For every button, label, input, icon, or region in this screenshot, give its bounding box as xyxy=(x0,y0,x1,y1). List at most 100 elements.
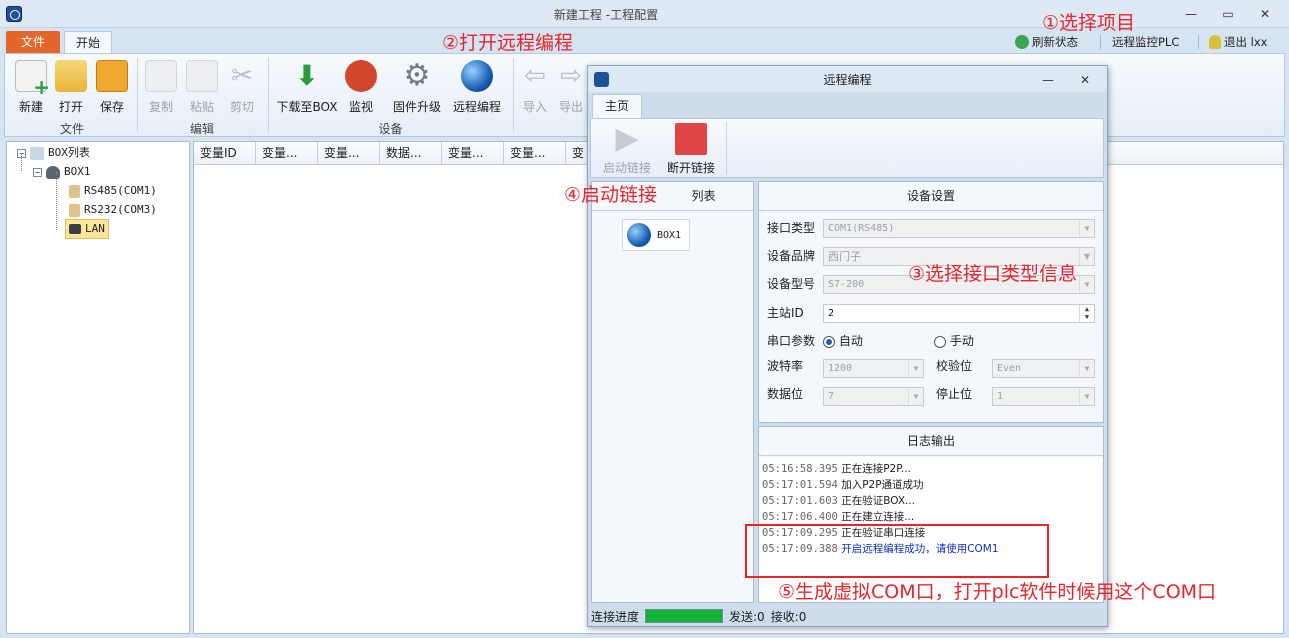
brand-label: 设备品牌 xyxy=(767,249,816,263)
stop-link-label: 断开链接 xyxy=(666,161,715,175)
column-header[interactable]: 变量... xyxy=(318,142,380,165)
dialog-title-bar: 远程编程 — ✕ xyxy=(588,66,1107,92)
remote-monitor-label: 远程监控PLC xyxy=(1112,35,1180,49)
radio-unchecked-icon xyxy=(934,335,946,348)
chevron-down-icon: ▼ xyxy=(908,360,923,377)
dialog-ribbon: ▶ 启动链接 断开链接 xyxy=(590,118,1104,178)
gear-icon: ⚙ xyxy=(403,58,431,93)
box-list-title-text: 列表 xyxy=(691,189,716,203)
close-icon[interactable]: ✕ xyxy=(1072,70,1098,90)
stepper-arrows-icon[interactable]: ▲ ▼ xyxy=(1079,305,1094,322)
box-item-label: BOX1 xyxy=(657,229,682,241)
baud-select[interactable]: 1200 ▼ xyxy=(823,359,924,378)
tree-item-label: RS232(COM3) xyxy=(84,203,157,216)
refresh-status-button[interactable]: 刷新状态 xyxy=(1015,34,1078,50)
log-text: 正在建立连接... xyxy=(841,511,915,523)
import-label: 导入 xyxy=(522,100,547,114)
parity-label: 校验位 xyxy=(936,359,973,373)
refresh-label: 刷新状态 xyxy=(1032,35,1078,49)
manual-radio[interactable]: 手动 xyxy=(934,332,974,349)
parity-select[interactable]: Even ▼ xyxy=(992,359,1095,378)
minimize-icon[interactable]: — xyxy=(1035,70,1061,90)
log-time: 05:17:01.594 xyxy=(762,479,838,491)
remote-monitor-button[interactable]: 远程监控PLC xyxy=(1112,34,1179,50)
station-id-stepper[interactable]: 2 ▲ ▼ xyxy=(823,304,1095,323)
stop-link-button[interactable]: 断开链接 xyxy=(661,123,721,176)
tab-file[interactable]: 文件 xyxy=(6,31,60,54)
annotation-highlight-box xyxy=(745,524,1049,578)
play-icon: ▶ xyxy=(615,121,639,156)
import-button[interactable]: ⇦ 导入 xyxy=(511,60,559,120)
eye-icon xyxy=(345,60,377,92)
log-time: 05:17:06.400 xyxy=(762,511,838,523)
progress-label: 连接进度 xyxy=(591,609,640,624)
device-group-label: 设备 xyxy=(378,122,403,136)
refresh-icon xyxy=(1015,35,1029,49)
collapse-icon[interactable]: − xyxy=(33,167,42,177)
maximize-icon[interactable]: ▭ xyxy=(1215,4,1241,24)
log-line: 05:17:06.400 正在建立连接... xyxy=(760,509,1102,525)
auto-radio[interactable]: 自动 xyxy=(823,332,863,349)
tree-item-rs485[interactable]: RS485(COM1) xyxy=(69,182,157,200)
interface-value: COM1(RS485) xyxy=(828,223,895,234)
baud-label: 波特率 xyxy=(767,359,804,373)
column-header[interactable]: 变量... xyxy=(442,142,504,165)
start-link-label: 启动链接 xyxy=(602,161,651,175)
radio-checked-icon xyxy=(823,335,835,348)
annotation-step-4: ④启动链接 xyxy=(564,184,658,206)
box-device-icon xyxy=(46,165,60,179)
tree-item-lan[interactable]: LAN xyxy=(65,219,109,239)
close-icon[interactable]: ✕ xyxy=(1252,4,1278,24)
interface-select[interactable]: COM1(RS485) ▼ xyxy=(823,219,1095,238)
tree-item-rs232[interactable]: RS232(COM3) xyxy=(69,201,157,219)
group-divider xyxy=(726,122,727,174)
export-label: 导出 xyxy=(558,100,583,114)
sent-count: 发送:0 xyxy=(729,609,765,624)
port-icon xyxy=(69,203,80,217)
tree-box[interactable]: − BOX1 xyxy=(33,163,91,181)
scissors-icon: ✂ xyxy=(231,61,253,91)
box-list-item[interactable]: BOX1 xyxy=(622,219,690,251)
divider xyxy=(1100,35,1101,49)
logout-button[interactable]: 退出 lxx xyxy=(1209,34,1267,50)
log-text: 正在验证BOX... xyxy=(841,495,916,507)
paste-label: 粘贴 xyxy=(189,100,214,114)
tree-root[interactable]: − BOX列表 xyxy=(17,144,90,162)
remote-label: 远程编程 xyxy=(452,100,501,114)
save-button[interactable]: 保存 xyxy=(88,60,136,120)
auto-label: 自动 xyxy=(838,334,863,348)
cut-button[interactable]: ✂ 剪切 xyxy=(218,60,266,120)
remote-programming-button[interactable]: 远程编程 xyxy=(448,60,506,120)
start-link-button[interactable]: ▶ 启动链接 xyxy=(597,123,657,176)
tab-home[interactable]: 主页 xyxy=(592,94,642,118)
chevron-down-icon: ▼ xyxy=(908,388,923,405)
copy-icon xyxy=(145,60,177,92)
log-time: 05:17:01.603 xyxy=(762,495,838,507)
column-header[interactable]: 变量ID xyxy=(194,142,256,165)
edit-group-label: 编辑 xyxy=(189,122,214,136)
interface-label: 接口类型 xyxy=(767,221,816,235)
export-button[interactable]: ⇨ 导出 xyxy=(553,60,589,120)
tree-item-label: LAN xyxy=(85,222,105,235)
stopbits-select[interactable]: 1 ▼ xyxy=(992,387,1095,406)
firmware-upgrade-button[interactable]: ⚙ 固件升级 xyxy=(386,60,448,120)
model-label: 设备型号 xyxy=(767,277,816,291)
download-to-box-button[interactable]: ⬇ 下载至BOX xyxy=(275,60,339,120)
station-id-value: 2 xyxy=(828,308,835,319)
selected-node: LAN xyxy=(65,219,109,239)
chevron-down-icon: ▼ xyxy=(1079,360,1094,377)
column-header[interactable]: 变量... xyxy=(256,142,318,165)
divider xyxy=(1198,35,1199,49)
manual-label: 手动 xyxy=(949,334,974,348)
tab-start[interactable]: 开始 xyxy=(64,31,112,54)
column-header[interactable]: 数据... xyxy=(380,142,442,165)
received-count: 接收:0 xyxy=(770,609,807,624)
folder-icon xyxy=(55,60,87,92)
window-title: 新建工程 -工程配置 xyxy=(553,8,659,22)
databits-select[interactable]: 7 ▼ xyxy=(823,387,924,406)
dialog-title: 远程编程 xyxy=(823,73,872,87)
monitor-button[interactable]: 监视 xyxy=(337,60,385,120)
home-icon xyxy=(30,146,44,160)
column-header[interactable]: 变量... xyxy=(504,142,566,165)
minimize-icon[interactable]: — xyxy=(1178,4,1204,24)
